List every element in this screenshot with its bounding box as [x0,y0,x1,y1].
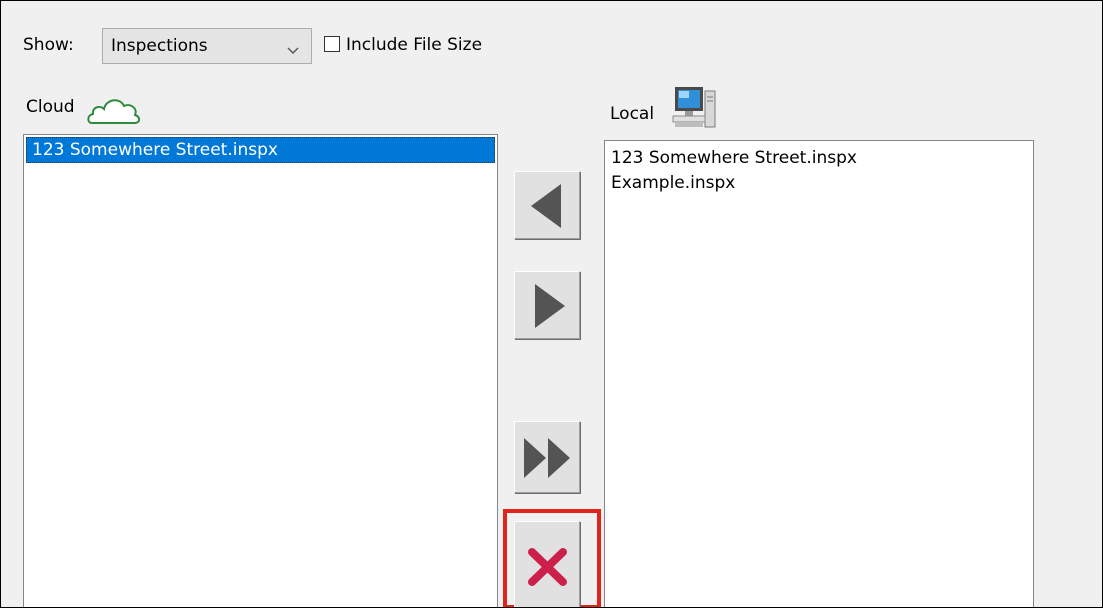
right-arrow-icon [535,284,565,328]
red-x-icon [528,548,567,586]
sync-panel: Show: Inspections Include File Size Clou… [0,0,1103,608]
delete-button[interactable] [514,521,580,607]
upload-button[interactable] [514,271,580,339]
cloud-list-item[interactable]: 123 Somewhere Street.inspx [26,137,495,163]
local-file-list[interactable]: 123 Somewhere Street.inspx Example.inspx [604,140,1034,607]
chevron-down-icon [287,40,299,60]
cloud-file-list[interactable]: 123 Somewhere Street.inspx [23,134,498,607]
local-list-item[interactable]: 123 Somewhere Street.inspx [605,146,1033,171]
show-dropdown-value: Inspections [111,36,208,56]
local-list-item[interactable]: Example.inspx [605,171,1033,196]
download-button[interactable] [514,171,580,239]
left-arrow-icon [531,184,561,228]
double-right-arrow-icon [524,438,570,478]
show-label: Show: [23,35,74,55]
cloud-label: Cloud [26,97,75,117]
local-label: Local [610,104,655,124]
cloud-icon [86,93,142,132]
show-dropdown[interactable]: Inspections [102,28,312,64]
include-file-size-checkbox[interactable] [324,36,340,52]
include-file-size-label[interactable]: Include File Size [346,35,482,55]
computer-icon [671,85,727,136]
upload-all-button[interactable] [514,421,580,493]
